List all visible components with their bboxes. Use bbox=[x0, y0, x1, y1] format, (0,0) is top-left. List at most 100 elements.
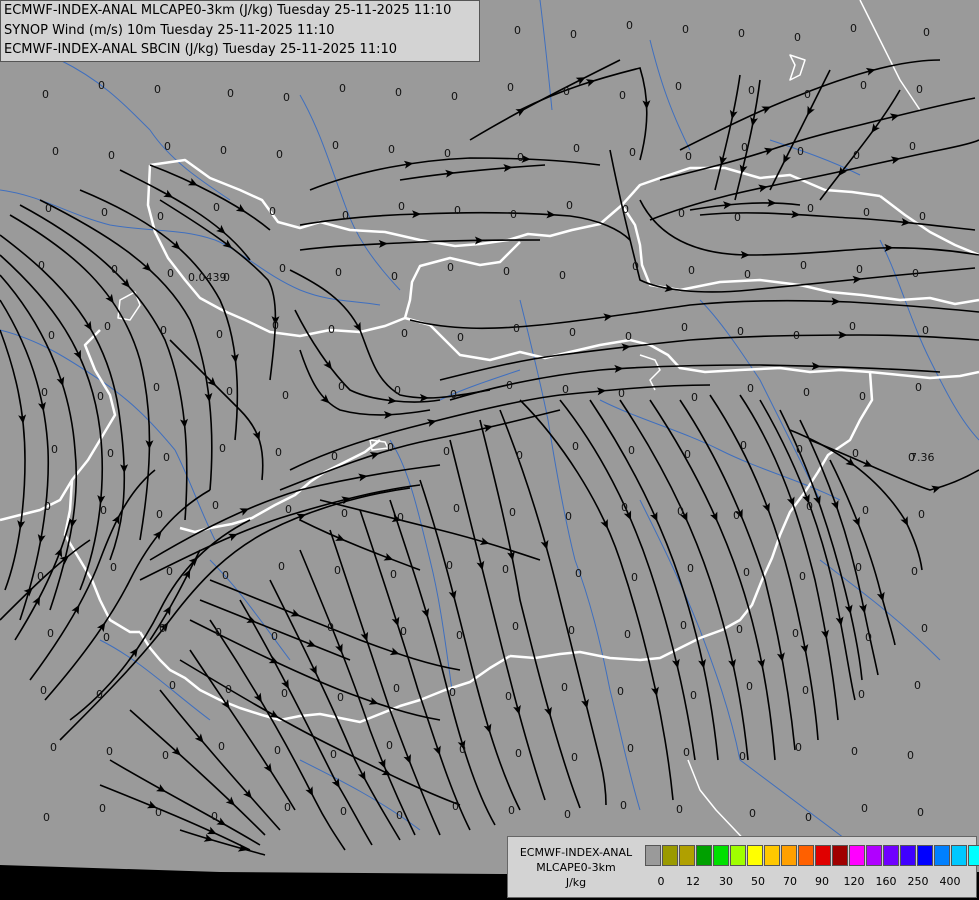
station-value: 0 bbox=[514, 24, 521, 37]
station-value: 0 bbox=[914, 679, 921, 692]
station-value: 0 bbox=[907, 749, 914, 762]
station-value: 0 bbox=[216, 328, 223, 341]
station-value: 0 bbox=[568, 624, 575, 637]
station-value: 0 bbox=[622, 203, 629, 216]
header-line-cape: ECMWF-INDEX-ANAL MLCAPE0-3km (J/kg) Tues… bbox=[4, 3, 452, 18]
station-value: 0 bbox=[618, 387, 625, 400]
station-value: 0 bbox=[566, 199, 573, 212]
station-value: 0 bbox=[342, 209, 349, 222]
station-value: 0 bbox=[454, 204, 461, 217]
station-value: 0 bbox=[744, 268, 751, 281]
station-value: 0 bbox=[42, 88, 49, 101]
map-canvas: 0 0 0 0 0 0 0 0 0 0 0 0 0 0 0 0 0 0 0 0 0 0 0 0 0 0 0 0 0 0 0 0 0 0 0 0 0 0 0 0… bbox=[0, 0, 979, 900]
station-value: 0 bbox=[98, 79, 105, 92]
station-value: 0 bbox=[155, 806, 162, 819]
station-value: 0 bbox=[853, 149, 860, 162]
station-value: 0 bbox=[450, 388, 457, 401]
legend-swatch bbox=[815, 845, 831, 866]
station-value: 0 bbox=[802, 684, 809, 697]
station-value: 0 bbox=[677, 505, 684, 518]
station-value: 0 bbox=[912, 267, 919, 280]
station-value: 0 bbox=[629, 146, 636, 159]
station-value: 0 bbox=[452, 800, 459, 813]
station-value: 0 bbox=[921, 622, 928, 635]
legend-swatch bbox=[832, 845, 848, 866]
station-value: 0 bbox=[449, 686, 456, 699]
station-value: 0 bbox=[337, 691, 344, 704]
legend-swatch bbox=[798, 845, 814, 866]
station-value: 0 bbox=[617, 685, 624, 698]
station-value: 0 bbox=[401, 327, 408, 340]
station-value: 0 bbox=[505, 690, 512, 703]
station-value: 0 bbox=[330, 748, 337, 761]
station-value: 0 bbox=[856, 263, 863, 276]
station-value: 0 bbox=[157, 210, 164, 223]
station-value: 0 bbox=[748, 84, 755, 97]
station-value: 0 bbox=[398, 200, 405, 213]
station-value: 0 bbox=[917, 806, 924, 819]
station-value: 0 bbox=[99, 802, 106, 815]
station-value: 0 bbox=[796, 443, 803, 456]
station-value: 0 bbox=[737, 325, 744, 338]
station-value: 0 bbox=[453, 502, 460, 515]
legend-parameter: MLCAPE0-3km bbox=[536, 861, 616, 874]
station-value: 0 bbox=[749, 807, 756, 820]
station-value: 0 bbox=[104, 320, 111, 333]
station-value: 0 bbox=[48, 329, 55, 342]
legend-swatch bbox=[696, 845, 712, 866]
station-value: 0 bbox=[156, 508, 163, 521]
station-value: 0 bbox=[508, 804, 515, 817]
station-value: 0 bbox=[393, 682, 400, 695]
station-value: 0 bbox=[517, 151, 524, 164]
station-value: 0 bbox=[100, 504, 107, 517]
station-value: 0 bbox=[169, 679, 176, 692]
station-value: 0 bbox=[575, 567, 582, 580]
map-header-panel: ECMWF-INDEX-ANAL MLCAPE0-3km (J/kg) Tues… bbox=[0, 0, 480, 62]
station-value: 0 bbox=[215, 626, 222, 639]
station-value: 0 bbox=[747, 382, 754, 395]
station-value: 0 bbox=[52, 145, 59, 158]
station-value: 0 bbox=[506, 379, 513, 392]
legend-tick-label: 400 bbox=[939, 875, 961, 888]
station-value: 0 bbox=[220, 144, 227, 157]
station-value: 0 bbox=[279, 262, 286, 275]
station-value: 0 bbox=[456, 629, 463, 642]
legend-model: ECMWF-INDEX-ANAL bbox=[519, 846, 633, 859]
legend-swatch bbox=[866, 845, 882, 866]
station-value: 0 bbox=[509, 506, 516, 519]
legend-swatch bbox=[951, 845, 967, 866]
station-value: 0 bbox=[167, 267, 174, 280]
station-value: 0 bbox=[565, 510, 572, 523]
station-value: 0 bbox=[688, 264, 695, 277]
station-value: 0 bbox=[911, 565, 918, 578]
station-value: 0 bbox=[219, 442, 226, 455]
legend-tick-label: 90 bbox=[815, 875, 829, 888]
legend-unit: J/kg bbox=[565, 876, 587, 889]
station-value: 0 bbox=[681, 321, 688, 334]
station-value: 0 bbox=[276, 148, 283, 161]
station-value: 0 bbox=[794, 31, 801, 44]
station-value: 0 bbox=[861, 802, 868, 815]
station-value: 0 bbox=[685, 150, 692, 163]
station-value: 0 bbox=[733, 509, 740, 522]
station-value: 0 bbox=[805, 811, 812, 824]
station-value: 0 bbox=[332, 139, 339, 152]
station-value: 0 bbox=[396, 809, 403, 822]
legend-swatch bbox=[764, 845, 780, 866]
station-value: 0 bbox=[274, 744, 281, 757]
station-value: 0 bbox=[164, 140, 171, 153]
station-value: 0 bbox=[676, 803, 683, 816]
header-line-cin: ECMWF-INDEX-ANAL SBCIN (J/kg) Tuesday 25… bbox=[4, 42, 398, 57]
station-value: 0 bbox=[803, 386, 810, 399]
station-value: 0 bbox=[275, 446, 282, 459]
station-value: 0 bbox=[284, 801, 291, 814]
station-value: 0 bbox=[400, 625, 407, 638]
station-value: 0 bbox=[632, 260, 639, 273]
station-value: 0 bbox=[736, 623, 743, 636]
station-value: 0 bbox=[341, 507, 348, 520]
station-value: 0 bbox=[795, 741, 802, 754]
station-value: 0 bbox=[101, 206, 108, 219]
station-value: 0 bbox=[625, 330, 632, 343]
station-value: 0 bbox=[850, 22, 857, 35]
legend-tick-label: 250 bbox=[907, 875, 929, 888]
